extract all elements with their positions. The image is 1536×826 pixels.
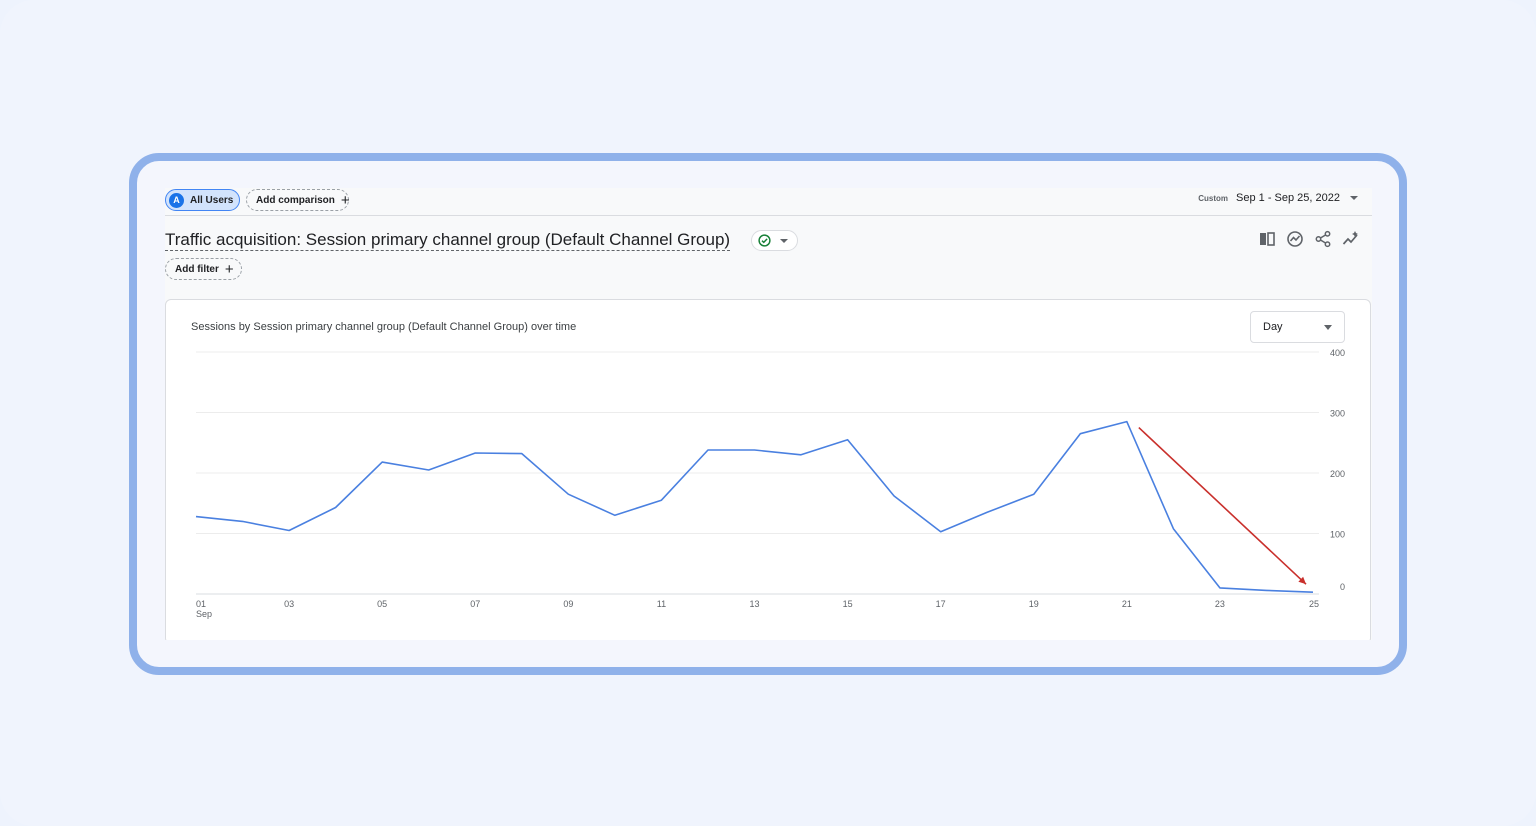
date-range-value: Sep 1 - Sep 25, 2022	[1236, 192, 1340, 204]
x-tick-label: 03	[284, 599, 294, 609]
x-tick-label: 15	[843, 599, 853, 609]
add-comparison-label: Add comparison	[256, 194, 335, 206]
line-chart: 0 100 200 300 400 01 03 05 07 09 11 13 15 17 19 21 23 25 S…	[195, 348, 1345, 619]
x-tick-label: 17	[936, 599, 946, 609]
x-tick-label: 07	[470, 599, 480, 609]
segment-chip-all-users[interactable]: A All Users	[165, 189, 240, 211]
anomaly-icon[interactable]	[1342, 230, 1360, 248]
add-filter-button[interactable]: Add filter +	[165, 258, 242, 280]
chevron-down-icon	[780, 238, 788, 243]
x-tick-label: 09	[563, 599, 573, 609]
share-icon[interactable]	[1314, 230, 1332, 248]
add-filter-label: Add filter	[175, 263, 219, 275]
check-circle-icon	[758, 234, 771, 247]
add-comparison-button[interactable]: Add comparison +	[246, 189, 350, 211]
y-tick-label: 200	[1330, 469, 1345, 479]
y-tick-label: 400	[1330, 348, 1345, 358]
analytics-panel: A All Users Add comparison + Custom Sep …	[165, 188, 1372, 640]
plus-icon: +	[224, 260, 234, 278]
x-month-label: Sep	[196, 609, 212, 619]
x-tick-label: 13	[749, 599, 759, 609]
segment-label: All Users	[190, 194, 234, 206]
segment-avatar: A	[169, 192, 184, 208]
report-actions	[1258, 230, 1360, 248]
compare-columns-icon[interactable]	[1258, 230, 1276, 248]
x-tick-label: 21	[1122, 599, 1132, 609]
x-tick-label: 23	[1215, 599, 1225, 609]
x-tick-label: 25	[1309, 599, 1319, 609]
x-tick-label: 19	[1029, 599, 1039, 609]
page-title[interactable]: Traffic acquisition: Session primary cha…	[165, 229, 731, 251]
report-status-button[interactable]	[751, 230, 798, 251]
insights-icon[interactable]	[1286, 230, 1304, 248]
date-range-type: Custom	[1198, 193, 1229, 203]
y-tick-label: 0	[1340, 582, 1345, 592]
chart-card: Sessions by Session primary channel grou…	[165, 299, 1371, 640]
x-tick-label: 01	[196, 599, 206, 609]
series-line	[195, 420, 1314, 593]
x-tick-label: 11	[657, 599, 666, 609]
chevron-down-icon	[1350, 196, 1358, 200]
plus-icon: +	[340, 191, 350, 209]
x-tick-label: 05	[377, 599, 387, 609]
y-tick-label: 300	[1330, 409, 1345, 419]
date-range-picker[interactable]: Custom Sep 1 - Sep 25, 2022	[1198, 192, 1358, 204]
y-tick-label: 100	[1330, 530, 1345, 540]
report-topbar: A All Users Add comparison + Custom Sep …	[165, 188, 1372, 216]
